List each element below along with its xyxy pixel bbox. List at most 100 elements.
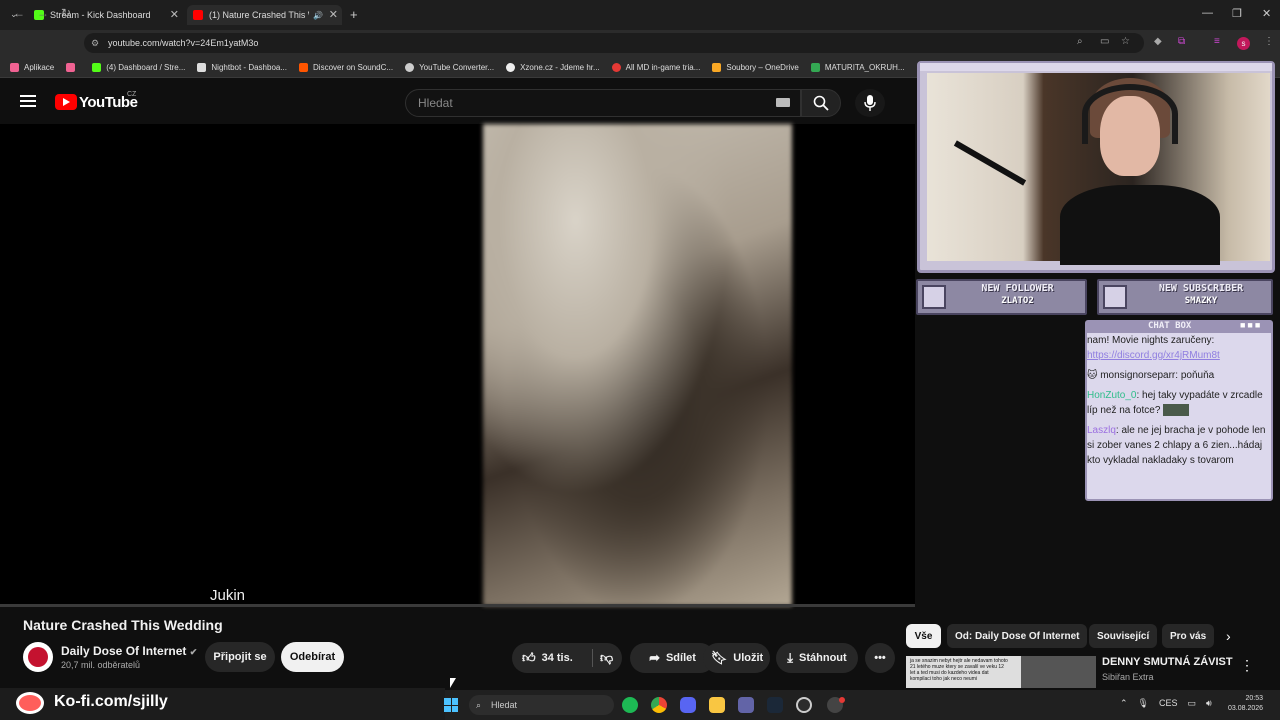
voice-search-button[interactable] bbox=[855, 89, 885, 117]
taskbar-search[interactable]: ⌕ Hledat bbox=[469, 695, 614, 715]
tab-youtube-video[interactable]: (1) Nature Crashed This We 🔊 ✕ bbox=[187, 5, 342, 25]
menu-dots-icon[interactable]: ⋮ bbox=[1264, 36, 1274, 47]
subscribe-button[interactable]: Odebírat bbox=[281, 642, 344, 672]
channel-name[interactable]: Daily Dose Of Internet ✔ bbox=[61, 644, 197, 658]
close-icon[interactable]: ✕ bbox=[170, 8, 179, 21]
chrome-icon[interactable] bbox=[651, 697, 667, 713]
bookmark-nightbot[interactable]: Nightbot - Dashboa... bbox=[197, 63, 287, 72]
thumbs-up-icon: 👍︎ bbox=[522, 650, 536, 665]
like-count: 34 tis. bbox=[541, 652, 573, 664]
thumbnail-image bbox=[1021, 656, 1096, 688]
bookmark-md-triangles[interactable]: All MD in-game tria... bbox=[611, 63, 700, 72]
keyboard-icon[interactable] bbox=[776, 98, 790, 107]
bookmark-apps[interactable]: Aplikace bbox=[10, 63, 54, 72]
like-button[interactable]: 👍︎ 34 tis. 👎︎ bbox=[512, 643, 622, 673]
new-tab-button[interactable]: + bbox=[350, 7, 358, 22]
webcam-streamer-body bbox=[1060, 185, 1220, 265]
discord-icon[interactable] bbox=[680, 697, 696, 713]
video-progress-bar[interactable] bbox=[0, 604, 915, 607]
youtube-icon bbox=[193, 10, 203, 20]
cat-emote-icon: 🐱︎ bbox=[1087, 370, 1098, 381]
bookmark-onedrive[interactable]: Soubory – OneDrive bbox=[712, 63, 799, 72]
teams-icon[interactable] bbox=[738, 697, 754, 713]
chat-message: HonZuto_0: hej taky vypadáte v zrcadle l… bbox=[1087, 390, 1263, 417]
kofi-cup-icon bbox=[16, 692, 44, 714]
site-info-icon[interactable]: ⚙ bbox=[91, 33, 99, 53]
chevron-up-icon[interactable]: ⌃ bbox=[1120, 698, 1128, 709]
recommendation-channel[interactable]: Sibiřan Extra bbox=[1102, 672, 1154, 682]
region-code: CZ bbox=[127, 91, 137, 98]
kofi-link: Ko-fi.com/sjilly bbox=[54, 693, 168, 710]
steam-icon[interactable] bbox=[767, 697, 783, 713]
volume-icon[interactable]: 🔊︎ bbox=[1206, 698, 1212, 709]
cast-icon[interactable]: ▭ bbox=[1100, 36, 1109, 47]
spotify-icon[interactable] bbox=[622, 697, 638, 713]
bookmark-grid[interactable] bbox=[66, 63, 80, 72]
tab-label: (1) Nature Crashed This We bbox=[209, 10, 309, 20]
extension-icon[interactable]: ◆ bbox=[1154, 36, 1162, 47]
save-button[interactable]: 🔖︎ Uložit bbox=[705, 643, 769, 673]
bookmark-xzone[interactable]: Xzone.cz - Jdeme hr... bbox=[506, 63, 600, 72]
speaker-icon[interactable]: 🔊 bbox=[313, 11, 323, 20]
subscriber-count: 20,7 mil. odběratelů bbox=[61, 660, 141, 670]
language-indicator[interactable]: CES bbox=[1159, 698, 1178, 709]
mouse-cursor bbox=[450, 678, 456, 688]
minimize-button[interactable]: — bbox=[1202, 7, 1213, 19]
verified-icon: ✔ bbox=[189, 647, 198, 657]
recommendation-title[interactable]: DENNY SMUTNÁ ZÁVIST bbox=[1102, 656, 1233, 668]
user-icon bbox=[1103, 285, 1127, 309]
back-button[interactable]: ← bbox=[13, 6, 25, 20]
chip-all[interactable]: Vše bbox=[906, 624, 941, 648]
video-frame bbox=[483, 124, 792, 606]
bookmark-icon: 🔖︎ bbox=[710, 650, 728, 665]
search-input[interactable]: Hledat bbox=[405, 89, 801, 117]
window-close-button[interactable]: ✕ bbox=[1262, 7, 1271, 20]
search-button[interactable] bbox=[801, 89, 841, 117]
ccleaner-icon[interactable] bbox=[796, 697, 812, 713]
monitor-icon[interactable]: ▭ bbox=[1188, 698, 1197, 709]
heart-icon bbox=[922, 285, 946, 309]
tab-kick-dashboard[interactable]: Stream - Kick Dashboard ✕ bbox=[28, 5, 183, 25]
recommendation-menu-icon[interactable]: ⋮ bbox=[1240, 657, 1254, 674]
chevron-right-icon[interactable]: › bbox=[1226, 628, 1231, 644]
bookmark-soundcloud[interactable]: Discover on SoundC... bbox=[299, 63, 393, 72]
bookmark-dashboard[interactable]: (4) Dashboard / Stre... bbox=[92, 63, 185, 72]
new-follower-alert: NEW FOLLOWER ZLATO2 bbox=[916, 279, 1087, 315]
forward-button[interactable]: → bbox=[37, 6, 49, 20]
chat-message: 🐱︎ monsignorseparr: poňuňa bbox=[1087, 370, 1215, 381]
reload-button[interactable]: ↻ bbox=[61, 6, 71, 20]
microphone-icon[interactable]: 🎙︎ bbox=[1138, 698, 1149, 709]
file-explorer-icon[interactable] bbox=[709, 697, 725, 713]
hamburger-menu-icon[interactable] bbox=[20, 95, 36, 107]
thumbs-down-icon[interactable]: 👎︎ bbox=[600, 650, 613, 666]
youtube-logo-icon[interactable] bbox=[55, 94, 77, 110]
zoom-icon[interactable]: ⌕ bbox=[1077, 36, 1083, 47]
more-actions-button[interactable]: ••• bbox=[865, 643, 895, 673]
video-watermark: Jukin bbox=[210, 587, 246, 604]
download-button[interactable]: ⤓ Stáhnout bbox=[776, 643, 858, 673]
taskbar-clock[interactable]: 20:53 03.08.2026 bbox=[1228, 694, 1263, 714]
chip-related[interactable]: Související bbox=[1089, 624, 1158, 648]
profile-avatar[interactable]: s bbox=[1237, 37, 1250, 50]
search-icon: ⌕ bbox=[476, 700, 482, 710]
maximize-button[interactable]: ❐ bbox=[1232, 7, 1242, 20]
webcam-title-bar bbox=[920, 63, 1272, 71]
channel-avatar[interactable] bbox=[23, 642, 53, 672]
bookmark-star-icon[interactable]: ☆ bbox=[1121, 36, 1130, 47]
media-icon[interactable]: ≡ bbox=[1214, 36, 1220, 47]
chat-box-dots: ■■■ bbox=[1240, 320, 1263, 330]
chip-for-you[interactable]: Pro vás bbox=[1162, 624, 1215, 648]
chip-from-channel[interactable]: Od: Daily Dose Of Internet bbox=[947, 624, 1088, 648]
puzzle-icon[interactable]: ⧉ bbox=[1178, 36, 1185, 47]
bookmark-maturita[interactable]: MATURITA_OKRUH... bbox=[810, 63, 905, 72]
address-bar[interactable]: ⚙ youtube.com/watch?v=24Em1yatM3o bbox=[84, 33, 1144, 53]
download-icon: ⤓ bbox=[787, 650, 794, 665]
bookmark-yt-converter[interactable]: YouTube Converter... bbox=[405, 63, 494, 72]
close-icon[interactable]: ✕ bbox=[329, 8, 338, 21]
microphone-icon bbox=[864, 95, 876, 111]
notification-dot bbox=[839, 697, 845, 703]
join-button[interactable]: Připojit se bbox=[205, 642, 275, 672]
recommendation-thumbnail[interactable]: ja se snazim nebyt hejtr ale nedavam toh… bbox=[906, 656, 1096, 688]
windows-start-icon[interactable] bbox=[444, 698, 458, 712]
chat-messages: nam! Movie nights zaručeny: https://disc… bbox=[1087, 333, 1271, 473]
